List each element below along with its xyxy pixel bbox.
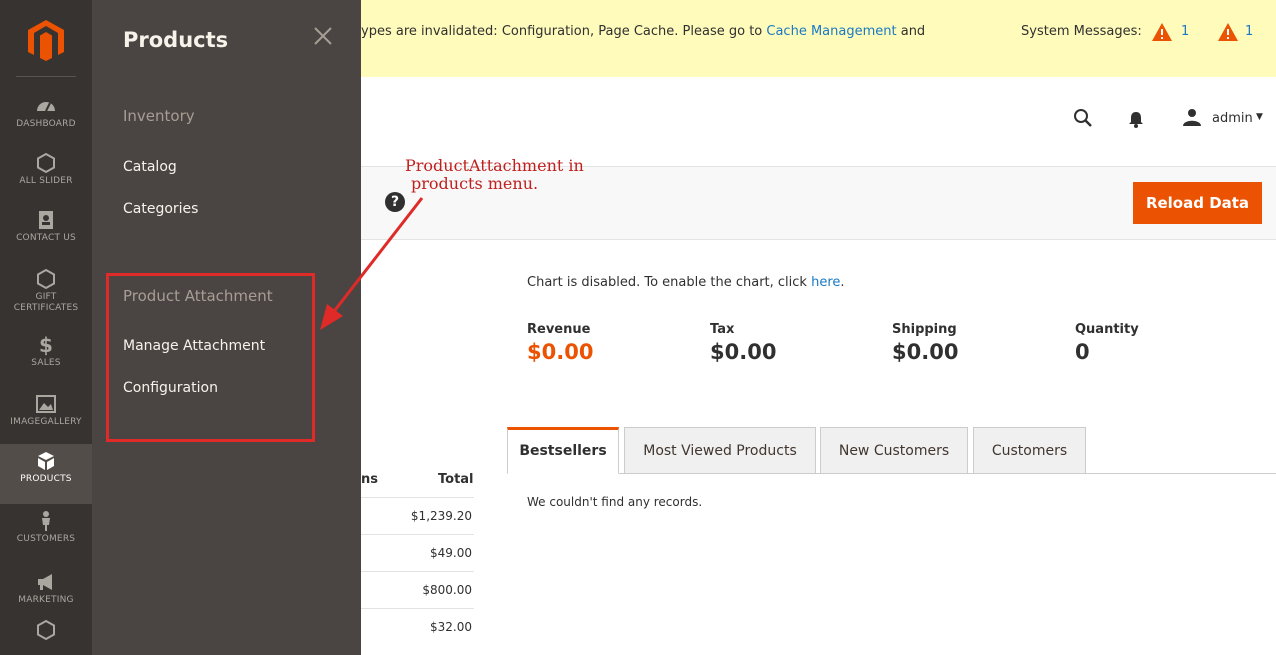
table-column-header-total: Total [438,472,474,487]
system-messages-bar: ypes are invalidated: Configuration, Pag… [361,0,1276,77]
tab-most-viewed-products[interactable]: Most Viewed Products [624,427,816,474]
hexagon-icon [37,152,55,174]
nav-item-customers[interactable]: CUSTOMERS [0,504,92,564]
table-row: $800.00 [361,571,474,608]
image-icon [36,395,56,413]
close-icon[interactable] [311,24,335,48]
person-icon [42,511,50,531]
annotation-label: ProductAttachment in products menu. [405,156,584,193]
nav-item-label: DASHBOARD [16,119,76,129]
nav-item-marketing[interactable]: MARKETING [0,565,92,625]
chart-disabled-message: Chart is disabled. To enable the chart, … [527,275,845,290]
tab-new-customers[interactable]: New Customers [820,427,968,474]
totals-value-tax: $0.00 [710,340,777,364]
totals-value-shipping: $0.00 [892,340,959,364]
dollar-icon: $ [39,334,53,356]
contact-icon [39,211,53,229]
svg-text:$: $ [39,334,53,356]
table-column-header: ns [361,472,378,487]
nav-item-label: GIFT CERTIFICATES [13,292,79,313]
nav-item-label: IMAGEGALLERY [10,417,82,427]
totals-value-quantity: 0 [1075,340,1090,364]
search-icon[interactable] [1073,108,1093,128]
enable-chart-link[interactable]: here [811,275,840,290]
nav-item-all-slider[interactable]: ALL SLIDER [0,146,92,206]
table-cell-total: $800.00 [422,583,472,597]
table-row: $1,239.20 [361,497,474,534]
cache-management-link[interactable]: Cache Management [766,24,896,39]
tab-bestsellers[interactable]: Bestsellers [507,427,619,474]
admin-user-menu[interactable]: admin [1212,111,1253,126]
magento-logo[interactable] [26,18,66,62]
nav-item-sales[interactable]: $ SALES [0,328,92,388]
system-message-text: ypes are invalidated: Configuration, Pag… [361,24,926,39]
nav-item-imagegallery[interactable]: IMAGEGALLERY [0,387,92,447]
annotation-highlight-box [106,273,315,442]
flyout-title: Products [123,28,229,52]
table-cell-total: $32.00 [430,620,472,634]
help-icon[interactable]: ? [385,192,405,212]
table-cell-total: $1,239.20 [410,509,472,523]
nav-item-gift-certificates[interactable]: GIFT CERTIFICATES [0,262,92,322]
admin-sidebar: DASHBOARD ALL SLIDER CONTACT US GIFT CER… [0,0,92,655]
nav-item-label: ALL SLIDER [19,176,73,186]
nav-item-products[interactable]: PRODUCTS [0,444,92,504]
system-messages-label: System Messages: [1021,24,1142,39]
dashboard-icon [37,102,55,112]
flyout-link-categories[interactable]: Categories [123,201,198,217]
nav-item-label: SALES [31,358,61,368]
nav-item-label: PRODUCTS [20,474,72,484]
user-icon[interactable] [1182,108,1202,126]
nav-item-label: CONTACT US [16,233,76,243]
tab-customers[interactable]: Customers [973,427,1086,474]
hexagon-icon [37,268,55,290]
warning-count[interactable]: 1 [1181,24,1189,39]
table-row: $49.00 [361,534,474,571]
nav-item-label: CUSTOMERS [16,534,76,544]
nav-item-contact-us[interactable]: CONTACT US [0,203,92,263]
megaphone-icon [38,574,52,590]
nav-item-dashboard[interactable]: DASHBOARD [0,89,92,149]
hexagon-icon[interactable] [35,619,57,641]
totals-value-revenue: $0.00 [527,340,594,364]
flyout-heading-inventory: Inventory [123,107,195,125]
totals-label-shipping: Shipping [892,322,957,337]
warning-count[interactable]: 1 [1245,24,1253,39]
no-records-message: We couldn't find any records. [527,495,703,509]
box-icon [38,452,54,470]
totals-label-revenue: Revenue [527,322,591,337]
totals-label-quantity: Quantity [1075,322,1139,337]
nav-divider [16,76,76,77]
reload-data-button[interactable]: Reload Data [1133,182,1262,224]
table-row: $32.00 [361,608,474,645]
flyout-link-catalog[interactable]: Catalog [123,159,177,175]
warning-icon[interactable] [1217,22,1239,42]
nav-item-label: MARKETING [18,595,74,605]
caret-down-icon[interactable]: ▼ [1256,112,1263,122]
warning-icon[interactable] [1151,22,1173,42]
totals-label-tax: Tax [710,322,735,337]
table-cell-total: $49.00 [430,546,472,560]
bell-icon[interactable] [1128,110,1144,128]
